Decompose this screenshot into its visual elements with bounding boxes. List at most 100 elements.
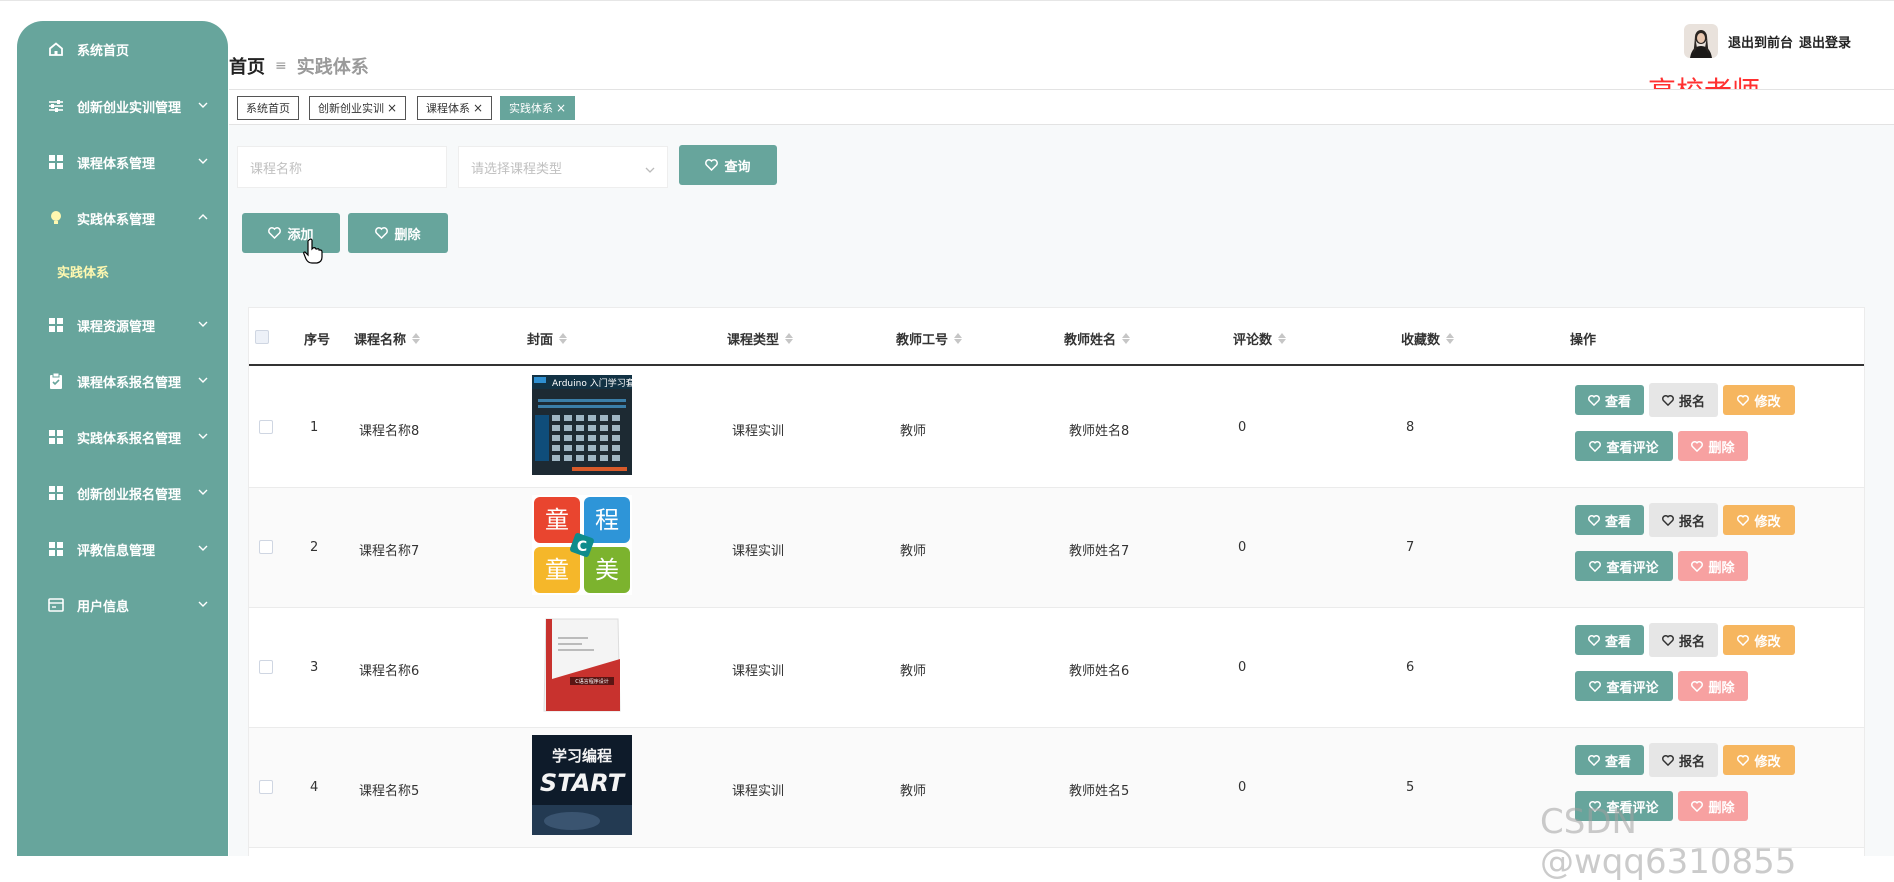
grid-icon: [47, 316, 65, 334]
sidebar-item-course-enroll[interactable]: 课程体系报名管理: [17, 361, 228, 401]
sidebar-item-user-info[interactable]: 用户信息: [17, 585, 228, 625]
sidebar-item-innovation-enroll[interactable]: 创新创业报名管理: [17, 473, 228, 513]
cell-comments: 0: [1238, 660, 1247, 675]
column-header[interactable]: 封面: [527, 329, 568, 348]
column-header[interactable]: 教师工号: [896, 329, 963, 348]
sort-icon[interactable]: [1122, 333, 1131, 344]
heart-icon: [1662, 634, 1674, 646]
sidebar-subitem-practice[interactable]: 实践体系: [57, 262, 109, 281]
row-checkbox[interactable]: [259, 660, 273, 674]
table-row: 1 课程名称8 Arduino 入门学习套装 课程实训 教: [249, 368, 1864, 488]
edit-button[interactable]: 修改: [1723, 745, 1795, 775]
delete-button[interactable]: 删除: [1678, 431, 1748, 461]
sidebar-item-label: 系统首页: [77, 43, 130, 59]
breadcrumb: 首页 ≡ 实践体系: [229, 53, 369, 79]
tab-course-system[interactable]: 课程体系 ×: [417, 96, 493, 120]
breadcrumb-separator: ≡: [275, 58, 287, 74]
batch-delete-button[interactable]: 删除: [348, 213, 448, 253]
tab-practice-system[interactable]: 实践体系 ×: [500, 96, 576, 120]
sidebar-item-teaching-evaluation[interactable]: 评教信息管理: [17, 529, 228, 569]
add-button[interactable]: 添加: [242, 213, 340, 253]
cell-teacher-name: 教师姓名5: [1069, 784, 1130, 799]
enroll-button[interactable]: 报名: [1649, 503, 1718, 537]
heart-icon: [1589, 560, 1602, 572]
sidebar-item-course-system[interactable]: 课程体系管理: [17, 142, 228, 182]
cell-teacher-name: 教师姓名7: [1069, 544, 1130, 559]
delete-button[interactable]: 删除: [1678, 671, 1748, 701]
column-label: 教师姓名: [1064, 333, 1117, 348]
table-header: 序号 课程名称 封面 课程类型 教师工号 教师姓名 评论数 收藏数 操作: [249, 308, 1864, 366]
enroll-button[interactable]: 报名: [1649, 743, 1718, 777]
sidebar-item-practice-enroll[interactable]: 实践体系报名管理: [17, 417, 228, 457]
cover-image: 童 程 童 美 C: [532, 495, 632, 595]
sidebar: 系统首页 创新创业实训管理 课程体系管理 实践体系管理 实践体系 课程资源管理 …: [17, 21, 228, 856]
row-checkbox[interactable]: [259, 420, 273, 434]
column-header[interactable]: 课程名称: [354, 329, 421, 348]
column-label: 教师工号: [896, 333, 949, 348]
sidebar-item-course-resources[interactable]: 课程资源管理: [17, 305, 228, 345]
column-header[interactable]: 课程类型: [727, 329, 794, 348]
edit-button[interactable]: 修改: [1723, 505, 1795, 535]
close-icon[interactable]: ×: [556, 101, 566, 115]
chevron-down-icon: [196, 154, 210, 168]
enroll-button[interactable]: 报名: [1649, 623, 1718, 657]
view-label: 查看: [1604, 634, 1631, 650]
enroll-button[interactable]: 报名: [1649, 383, 1718, 417]
cell-favorites: 6: [1406, 660, 1415, 675]
sort-icon[interactable]: [1278, 333, 1287, 344]
cover-title: 学习编程: [552, 747, 612, 765]
column-header[interactable]: 收藏数: [1401, 329, 1455, 348]
watermark: CSDN @wqq6310855: [1540, 802, 1797, 882]
delete-label: 删除: [1708, 680, 1735, 696]
tab-innovation-training[interactable]: 创新创业实训 ×: [309, 96, 407, 120]
heart-icon: [1588, 514, 1600, 526]
view-comments-button[interactable]: 查看评论: [1575, 431, 1673, 461]
delete-label: 删除: [394, 227, 421, 243]
view-comments-button[interactable]: 查看评论: [1575, 551, 1673, 581]
heart-icon: [1691, 560, 1704, 572]
edit-button[interactable]: 修改: [1723, 385, 1795, 415]
course-type-select[interactable]: 请选择课程类型: [458, 146, 668, 188]
view-label: 查看: [1604, 754, 1631, 770]
view-button[interactable]: 查看: [1575, 745, 1644, 775]
row-checkbox[interactable]: [259, 540, 273, 554]
column-label: 课程类型: [727, 333, 780, 348]
sidebar-item-label: 实践体系管理: [77, 212, 156, 228]
breadcrumb-home[interactable]: 首页: [229, 53, 265, 79]
view-button[interactable]: 查看: [1575, 385, 1644, 415]
column-header: 序号: [304, 329, 330, 348]
sort-icon[interactable]: [954, 333, 963, 344]
sliders-icon: [47, 97, 65, 115]
query-button[interactable]: 查询: [679, 145, 777, 185]
edit-button[interactable]: 修改: [1723, 625, 1795, 655]
column-label: 课程名称: [354, 333, 407, 348]
view-comments-button[interactable]: 查看评论: [1575, 671, 1673, 701]
sort-icon[interactable]: [559, 333, 568, 344]
back-to-front-link[interactable]: 退出到前台: [1728, 32, 1793, 51]
view-comments-label: 查看评论: [1606, 680, 1659, 696]
course-name-input[interactable]: 课程名称: [237, 146, 447, 188]
column-header[interactable]: 教师姓名: [1064, 329, 1131, 348]
view-comments-label: 查看评论: [1606, 440, 1659, 456]
row-checkbox[interactable]: [259, 780, 273, 794]
view-button[interactable]: 查看: [1575, 625, 1644, 655]
lightbulb-icon: [47, 209, 65, 227]
sort-icon[interactable]: [1446, 333, 1455, 344]
sort-icon[interactable]: [785, 333, 794, 344]
logout-link[interactable]: 退出登录: [1799, 32, 1851, 51]
cell-type: 课程实训: [732, 424, 785, 439]
cover-char: 童: [545, 506, 569, 534]
heart-icon: [1737, 514, 1750, 526]
tab-home[interactable]: 系统首页: [237, 96, 299, 120]
sidebar-item-home[interactable]: 系统首页: [17, 29, 228, 69]
sort-icon[interactable]: [412, 333, 421, 344]
delete-button[interactable]: 删除: [1678, 551, 1748, 581]
select-all-checkbox[interactable]: [255, 330, 269, 344]
close-icon[interactable]: ×: [387, 101, 397, 115]
sidebar-item-practice-system[interactable]: 实践体系管理: [17, 198, 228, 238]
sidebar-item-label: 课程资源管理: [77, 319, 156, 335]
close-icon[interactable]: ×: [473, 101, 483, 115]
column-header[interactable]: 评论数: [1233, 329, 1287, 348]
sidebar-item-innovation-training[interactable]: 创新创业实训管理: [17, 86, 228, 126]
view-button[interactable]: 查看: [1575, 505, 1644, 535]
